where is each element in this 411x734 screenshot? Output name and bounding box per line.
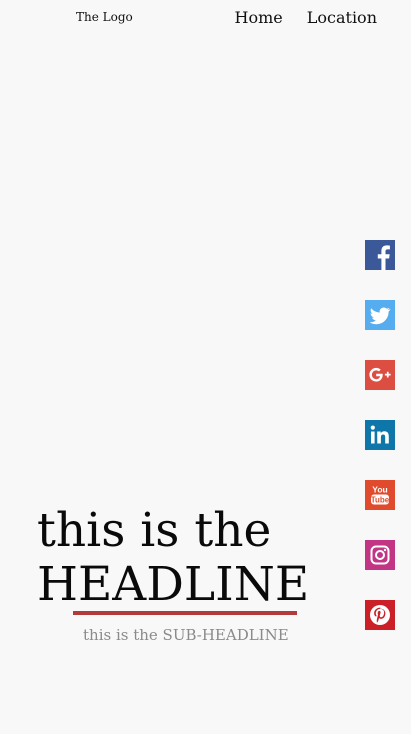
subheadline: this is the SUB-HEADLINE: [83, 626, 289, 644]
headline-underline: [73, 611, 297, 615]
google-plus-icon: [365, 360, 395, 390]
main-nav: Home Location: [235, 8, 377, 28]
facebook-icon: [365, 240, 395, 270]
instagram-icon: [365, 540, 395, 570]
svg-text:Tube: Tube: [371, 495, 390, 504]
twitter-icon: [365, 300, 395, 330]
nav-home-link[interactable]: Home: [235, 8, 283, 28]
facebook-button[interactable]: [365, 240, 395, 270]
linkedin-button[interactable]: [365, 420, 395, 450]
pinterest-icon: [365, 600, 395, 630]
linkedin-icon: [365, 420, 395, 450]
headline: this is the HEADLINE: [37, 504, 309, 612]
pinterest-button[interactable]: [365, 600, 395, 630]
logo[interactable]: The Logo: [76, 9, 133, 25]
instagram-button[interactable]: [365, 540, 395, 570]
twitter-button[interactable]: [365, 300, 395, 330]
svg-text:You: You: [372, 485, 387, 495]
headline-line-2: HEADLINE: [37, 557, 310, 612]
social-bar: You Tube: [365, 240, 395, 630]
youtube-icon: You Tube: [365, 480, 395, 510]
nav-location-link[interactable]: Location: [307, 8, 377, 28]
youtube-button[interactable]: You Tube: [365, 480, 395, 510]
google-plus-button[interactable]: [365, 360, 395, 390]
headline-line-1: this is the: [37, 503, 272, 558]
